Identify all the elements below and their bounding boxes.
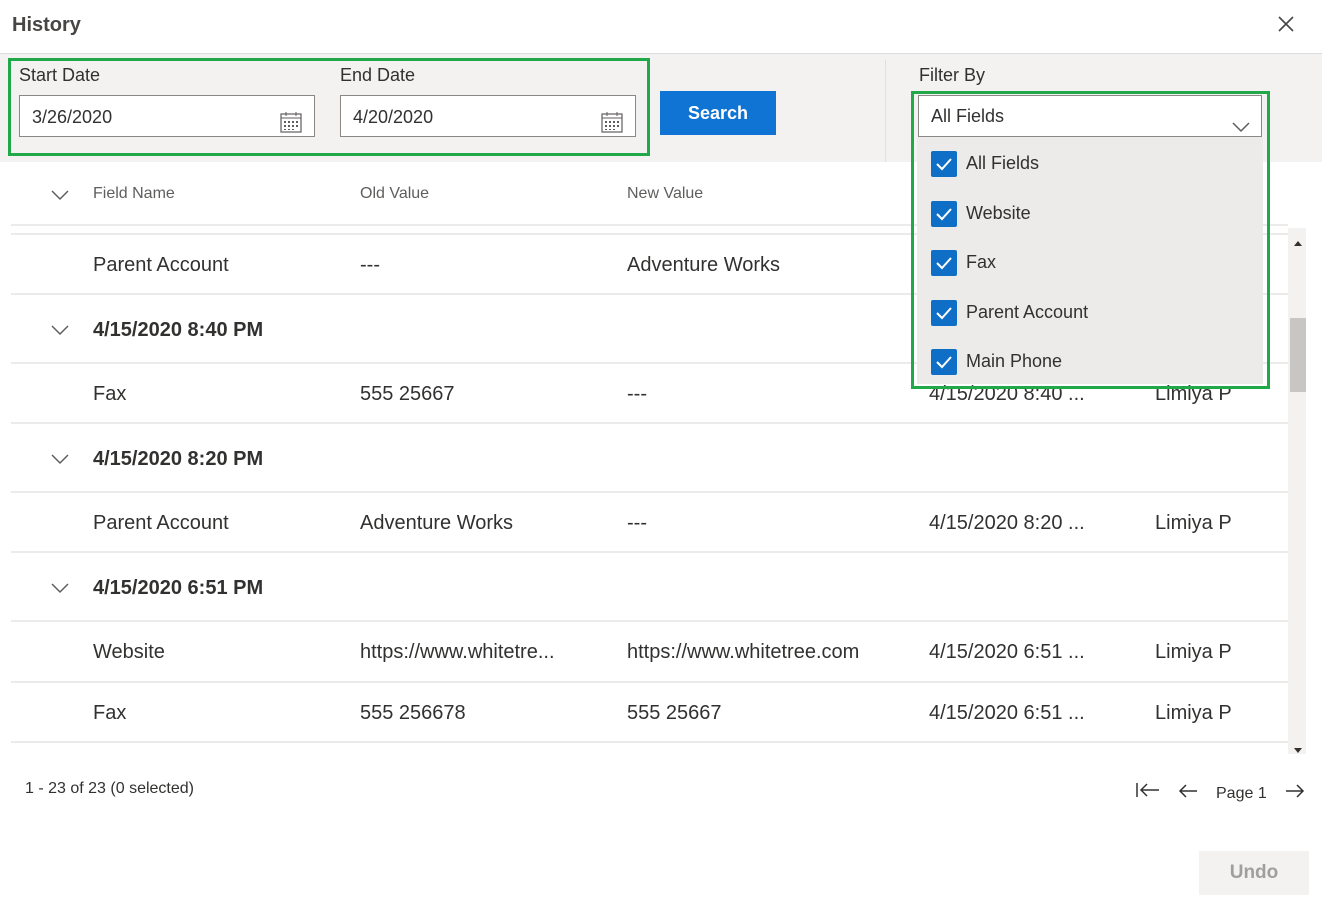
group-header[interactable]: 4/15/2020 6:51 PM <box>93 577 263 600</box>
search-button[interactable]: Search <box>660 91 776 135</box>
column-header-new-value[interactable]: New Value <box>627 185 703 203</box>
cell-field: Parent Account <box>93 512 229 534</box>
cell-changed-on: 4/15/2020 8:20 ... <box>929 512 1085 534</box>
cell-old: https://www.whitetre... <box>360 641 555 663</box>
cell-changed-by: Limiya P <box>1155 512 1232 534</box>
scroll-down-arrow-icon[interactable] <box>1293 742 1303 760</box>
previous-page-icon[interactable] <box>1177 781 1199 806</box>
filter-highlight <box>911 91 1270 389</box>
cell-changed-by: Limiya P <box>1155 702 1232 724</box>
undo-button[interactable]: Undo <box>1199 851 1309 895</box>
row-divider <box>11 741 1288 743</box>
scrollbar-thumb[interactable] <box>1290 318 1306 392</box>
cell-field: Fax <box>93 702 127 724</box>
close-icon[interactable] <box>1276 14 1296 34</box>
cell-old: Adventure Works <box>360 512 514 534</box>
date-range-highlight <box>8 58 650 156</box>
page-indicator: Page 1 <box>1216 785 1267 802</box>
cell-changed-on: 4/15/2020 6:51 ... <box>929 641 1085 663</box>
cell-new: --- <box>627 512 647 534</box>
cell-old: 555 25667 <box>360 383 455 405</box>
filter-by-label: Filter By <box>919 65 986 85</box>
collapse-all-chevron-icon[interactable] <box>50 185 70 210</box>
row-divider <box>11 681 1288 683</box>
group-header[interactable]: 4/15/2020 8:40 PM <box>93 319 263 342</box>
dialog-title: History <box>12 14 81 36</box>
cell-changed-on: 4/15/2020 6:51 ... <box>929 702 1085 724</box>
chevron-down-icon[interactable] <box>50 320 70 345</box>
filter-divider <box>885 60 886 162</box>
cell-old: 555 256678 <box>360 702 466 724</box>
scroll-up-arrow-icon[interactable] <box>1293 234 1303 252</box>
row-divider <box>11 422 1288 424</box>
cell-old: --- <box>360 254 380 276</box>
cell-field: Website <box>93 641 165 663</box>
selection-count: 1 - 23 of 23 (0 selected) <box>25 780 194 797</box>
vertical-scrollbar[interactable] <box>1288 228 1306 754</box>
group-header[interactable]: 4/15/2020 8:20 PM <box>93 448 263 471</box>
cell-new: 555 25667 <box>627 702 722 724</box>
chevron-down-icon[interactable] <box>50 449 70 474</box>
row-divider <box>11 551 1288 553</box>
row-divider <box>11 491 1288 493</box>
next-page-icon[interactable] <box>1284 781 1306 806</box>
cell-changed-by: Limiya P <box>1155 641 1232 663</box>
chevron-down-icon[interactable] <box>50 578 70 603</box>
cell-new: https://www.whitetree.com <box>627 641 860 663</box>
column-header-old-value[interactable]: Old Value <box>360 185 429 203</box>
row-divider <box>11 620 1288 622</box>
first-page-icon[interactable] <box>1135 781 1161 806</box>
cell-new: Adventure Works <box>627 254 781 276</box>
column-header-field-name[interactable]: Field Name <box>93 185 175 203</box>
cell-new: --- <box>627 383 647 405</box>
cell-field: Parent Account <box>93 254 229 276</box>
cell-field: Fax <box>93 383 127 405</box>
